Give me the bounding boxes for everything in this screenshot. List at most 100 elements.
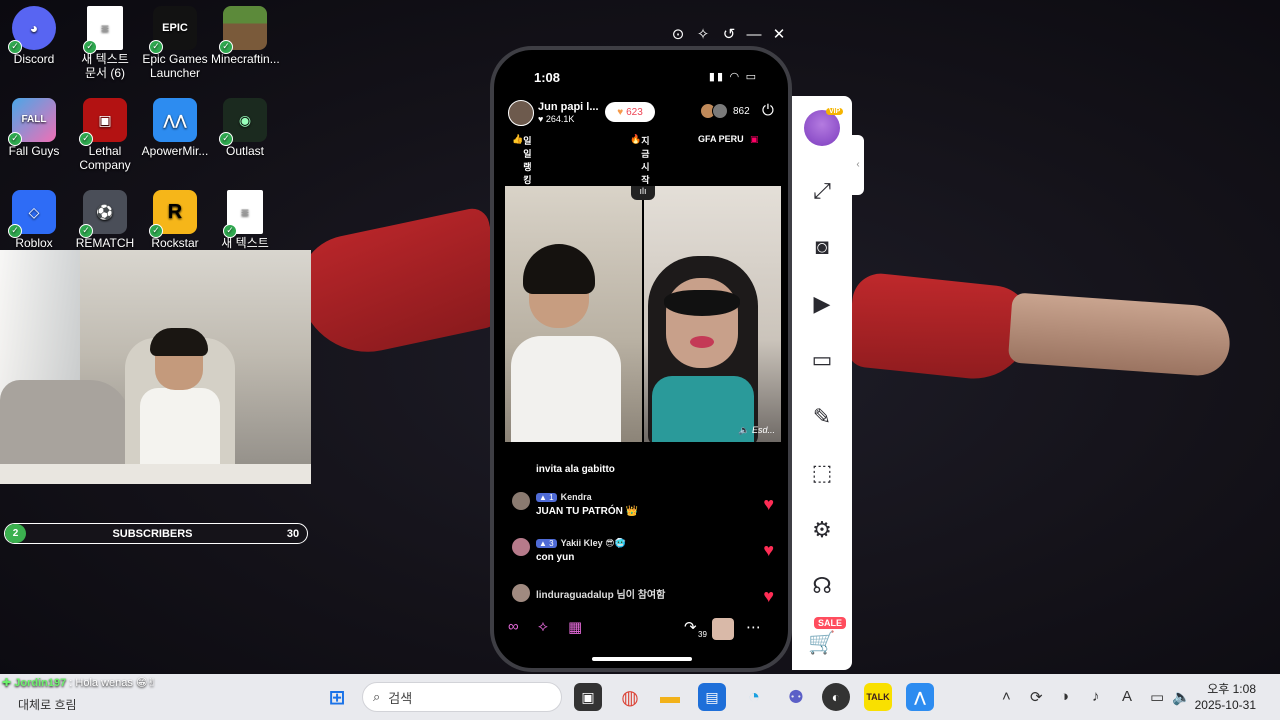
chat-join-message[interactable]: linduraguadalup 님이 참여함 ♥ bbox=[512, 584, 774, 614]
live-bottom-bar: ∞ ⟡ ▦ ↷ 39 ⋯ bbox=[508, 618, 780, 644]
heart-icon: ♥ bbox=[617, 106, 624, 118]
desktop-icon-epic-games[interactable]: EPIC ✓ Epic Games Launcher bbox=[141, 6, 209, 80]
epic-games-icon: EPIC ✓ bbox=[149, 6, 197, 54]
live-header: Jun papi l... ♥ 264.1K ♥ 623 862 ⏻ bbox=[508, 100, 778, 126]
vip-badge: VIP bbox=[826, 108, 844, 115]
level-badge: ▲ 1 bbox=[536, 492, 557, 502]
collapse-toolbar-chevron-icon[interactable]: ‹ bbox=[852, 135, 864, 195]
clock-time: 오후 1:08 bbox=[1207, 682, 1256, 696]
live-tags: 👍 일일 랭킹 🔥 지금 시작 GFA PERU ▣ bbox=[512, 134, 776, 185]
desktop-icon-fall-guys[interactable]: FALL ✓ Fall Guys bbox=[0, 98, 68, 158]
viewer-count[interactable]: 862 bbox=[700, 103, 760, 119]
taskbar-search[interactable]: ⌕ 검색 bbox=[362, 682, 562, 712]
desktop-icon-apowermirror[interactable]: ⋀⋀ ApowerMir... bbox=[141, 98, 209, 158]
input-language-icon[interactable]: A bbox=[1122, 688, 1132, 705]
viewer-avatars bbox=[700, 103, 730, 119]
power-icon[interactable]: ⏻ bbox=[762, 102, 774, 119]
settings-icon[interactable]: ⚙ bbox=[806, 515, 838, 545]
agency-tag[interactable]: GFA PERU bbox=[698, 134, 744, 144]
desktop-icon-rockstar[interactable]: R ✓ Rockstar bbox=[141, 190, 209, 250]
gift-box-icon[interactable]: ▣ bbox=[750, 134, 759, 145]
tray-chevron-up-icon[interactable]: ˄ bbox=[1002, 688, 1011, 705]
more-icon[interactable]: ⋯ bbox=[746, 618, 761, 636]
edge-icon[interactable]: ◔ bbox=[740, 683, 768, 711]
teams-icon[interactable]: ⚉ bbox=[782, 683, 810, 711]
desktop-icon-label: Outlast bbox=[225, 144, 264, 158]
weather-text[interactable]: 대체로 흐림 bbox=[18, 696, 77, 713]
file-explorer-icon[interactable]: ▬ bbox=[656, 683, 684, 711]
record-video-icon[interactable]: ▶ bbox=[806, 289, 838, 319]
share-icon[interactable]: ↷ bbox=[684, 618, 697, 636]
host-avatar bbox=[508, 100, 534, 126]
search-placeholder: 검색 bbox=[388, 690, 413, 706]
fullscreen-icon[interactable]: ⤢ bbox=[806, 176, 838, 206]
desktop-icon-text-doc-6[interactable]: ≡ ✓ 새 텍스트 문서 (6) bbox=[71, 6, 139, 80]
desktop-icon-outlast[interactable]: ◉ ✓ Outlast bbox=[211, 98, 279, 158]
chat-badge-icon: ✚ bbox=[2, 677, 12, 689]
kakaotalk-icon[interactable]: TALK bbox=[864, 683, 892, 711]
guest-label: 🔈 Esd... bbox=[738, 425, 775, 435]
mirror-side-toolbar: VIP ⤢ ◙ ▶ ▭ ✎ ⬚ ⚙ ☊ SALE 🛒 bbox=[792, 96, 852, 670]
chat-message[interactable]: ▲ 1 Kendra JUAN TU PATRÓN 👑 ♥ bbox=[512, 492, 774, 522]
heart-icon[interactable]: ♥ bbox=[763, 586, 774, 607]
wallpaper-arm-right bbox=[845, 270, 1035, 385]
text-file-icon: ≡ ✓ bbox=[83, 6, 123, 54]
desktop-icon-text-doc[interactable]: ≡ ✓ 새 텍스트 bbox=[211, 190, 279, 250]
desktop-icon-label: Rockstar bbox=[151, 236, 199, 250]
apps-grid-icon[interactable]: ▦ bbox=[568, 618, 582, 636]
desktop-icon-lethal-company[interactable]: ▣ ✓ Lethal Company bbox=[71, 98, 139, 172]
record-icon[interactable]: ⊙ bbox=[668, 24, 688, 44]
link-icon[interactable]: ∞ bbox=[508, 618, 519, 635]
minimize-icon[interactable]: — bbox=[744, 24, 764, 44]
desktop-icon-label: Discord bbox=[13, 52, 55, 66]
screenshot-icon[interactable]: ◙ bbox=[806, 232, 838, 262]
vip-avatar[interactable] bbox=[804, 110, 840, 146]
desktop-icon-minecraft[interactable]: ✓ Minecraftin... bbox=[211, 6, 280, 66]
windows-start-icon[interactable]: ⊞ bbox=[323, 683, 351, 711]
chat-username: Yakii Kley 😎🥶 bbox=[560, 538, 626, 548]
rotate-icon[interactable]: ↺ bbox=[719, 24, 739, 44]
roblox-icon: ◇ ✓ bbox=[8, 190, 56, 238]
desktop-icon-rematch[interactable]: ⚽ ✓ REMATCH bbox=[71, 190, 139, 250]
brush-icon[interactable]: ✎ bbox=[806, 402, 838, 432]
store-icon[interactable]: ▤ bbox=[698, 683, 726, 711]
close-icon[interactable]: ✕ bbox=[769, 24, 789, 44]
host-pill[interactable]: Jun papi l... ♥ 264.1K bbox=[508, 100, 618, 126]
select-area-icon[interactable]: ⬚ bbox=[806, 458, 838, 488]
stream-chat-ticker: ✚ Jordin197 : Hola wenas 😁✌ bbox=[2, 677, 157, 689]
discord-icon: ◕ ✓ bbox=[8, 6, 56, 54]
desktop-icon-label: Lethal Company bbox=[79, 144, 131, 172]
desktop-icon-discord[interactable]: ◕ ✓ Discord bbox=[0, 6, 68, 66]
cart-icon[interactable]: 🛒 bbox=[806, 628, 838, 658]
chat-join-text: linduraguadalup 님이 참여함 bbox=[536, 590, 666, 601]
home-indicator[interactable] bbox=[592, 657, 692, 661]
desktop-icon-roblox[interactable]: ◇ ✓ Roblox bbox=[0, 190, 68, 250]
heart-icon[interactable]: ♥ bbox=[763, 494, 774, 515]
live-multi-guest-view[interactable]: 🔈 Esd... ılı bbox=[505, 186, 781, 442]
mirrored-phone-screen[interactable]: 1:08 ▮▮ ◠ ▭ Jun papi l... ♥ 264.1K ♥ 623… bbox=[490, 46, 792, 672]
tray-sync-icon[interactable]: ⟳ bbox=[1030, 688, 1043, 706]
pin-icon[interactable]: ✧ bbox=[693, 24, 713, 44]
chat-text: JUAN TU PATRÓN 👑 bbox=[536, 506, 639, 517]
rematch-icon: ⚽ ✓ bbox=[79, 190, 127, 238]
start-now-tag[interactable]: 🔥 지금 시작 bbox=[630, 134, 650, 185]
chat-username: Kendra bbox=[560, 492, 592, 502]
task-view-icon[interactable]: ▣ bbox=[574, 683, 602, 711]
multi-guest-icon[interactable]: ⟡ bbox=[538, 618, 548, 635]
like-chip[interactable]: ♥ 623 bbox=[605, 102, 655, 122]
chrome-icon[interactable]: ◍ bbox=[616, 683, 644, 711]
network-icon[interactable]: ▭ bbox=[1150, 688, 1164, 706]
system-clock[interactable]: 오후 1:08 2025-10-31 bbox=[1195, 681, 1256, 713]
obs-icon[interactable]: ◐ bbox=[822, 683, 850, 711]
gift-icon[interactable] bbox=[712, 618, 734, 640]
support-headset-icon[interactable]: ☊ bbox=[806, 571, 838, 601]
chat-message[interactable]: ▲ 3 Yakii Kley 😎🥶 con yun ♥ bbox=[512, 538, 774, 568]
desktop-icon-label: Epic Games Launcher bbox=[142, 52, 208, 80]
microphone-icon[interactable]: ♪ bbox=[1092, 688, 1100, 705]
tray-app-icon[interactable]: ◑ bbox=[1060, 688, 1069, 705]
heart-icon[interactable]: ♥ bbox=[763, 540, 774, 561]
apowermirror-taskbar-icon[interactable]: ⋀ bbox=[906, 683, 934, 711]
daily-ranking-tag[interactable]: 👍 일일 랭킹 bbox=[512, 134, 532, 185]
cast-screen-icon[interactable]: ▭ bbox=[806, 345, 838, 375]
volume-icon[interactable]: 🔈 bbox=[1172, 688, 1191, 706]
